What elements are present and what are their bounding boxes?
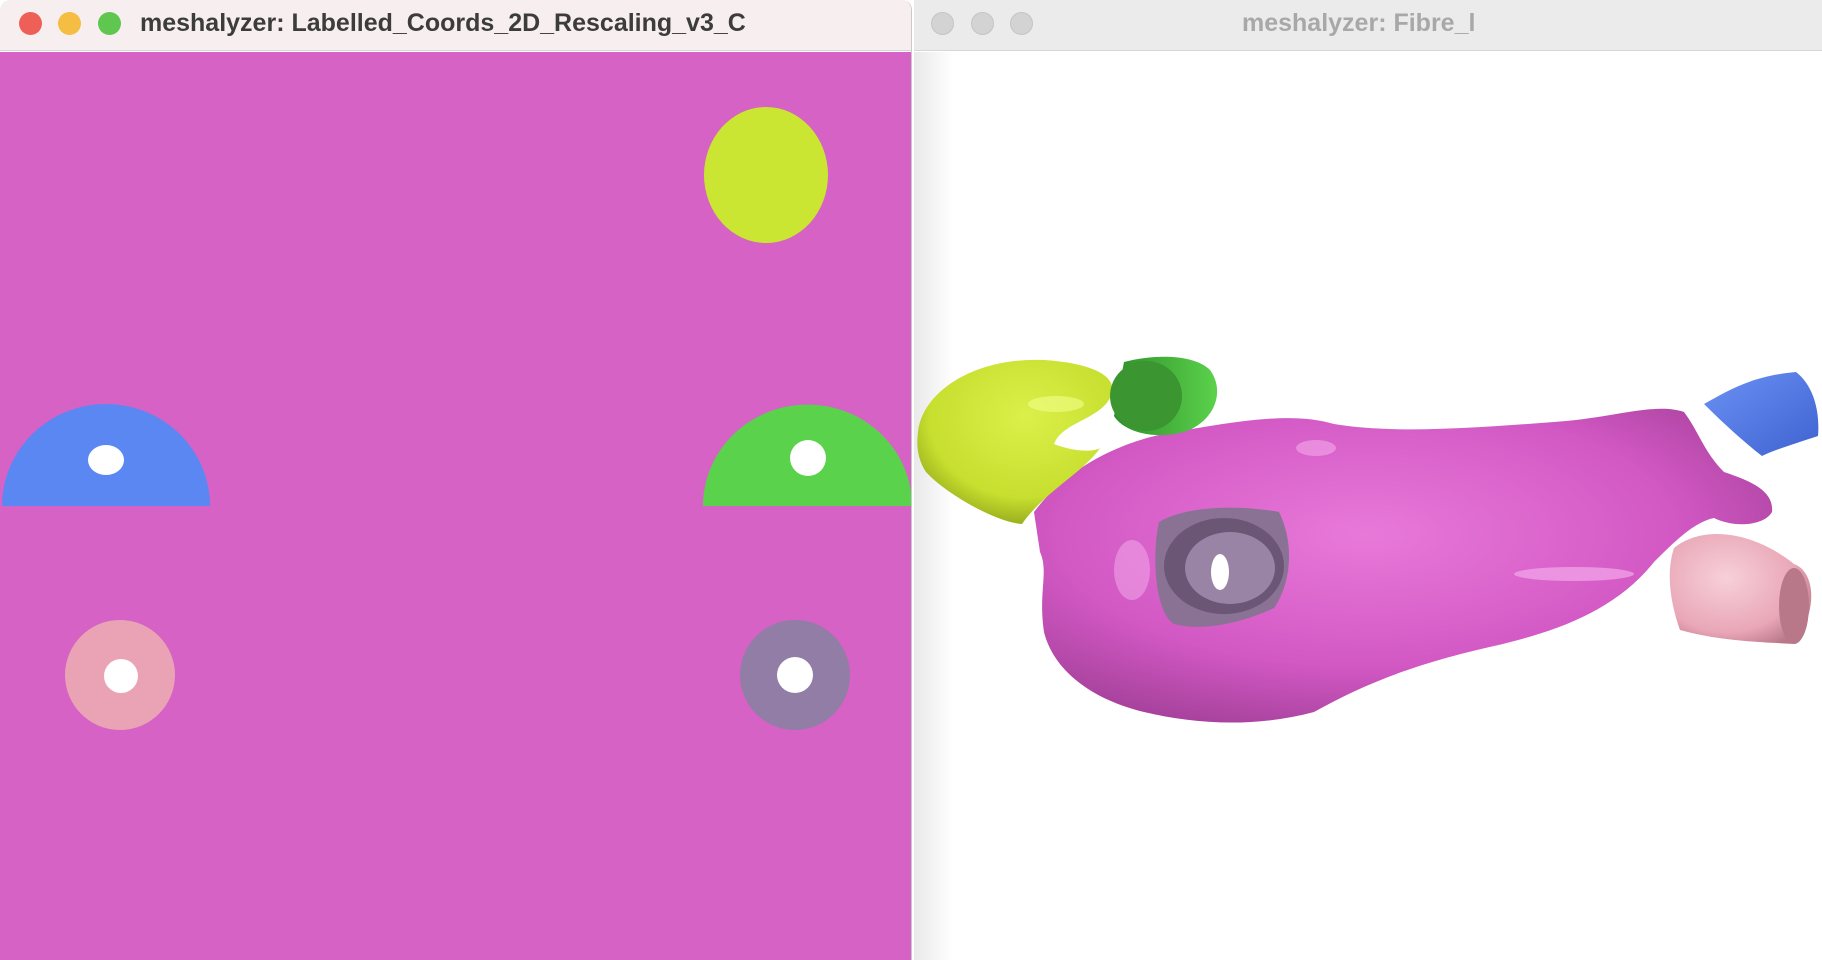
pink-disc-hole: [104, 659, 138, 693]
blue-region-hole: [88, 445, 124, 475]
mesh-3d-window[interactable]: meshalyzer: Fibre_l: [914, 0, 1822, 960]
grey-tube-hole: [1211, 554, 1229, 590]
flat-map-canvas[interactable]: [0, 52, 911, 960]
green-tube-opening: [1110, 361, 1182, 431]
grey-tube-inner: [1185, 532, 1275, 604]
mesh-3d-drawing: [917, 356, 1819, 723]
green-region-hole: [790, 440, 826, 476]
close-button[interactable]: [19, 12, 42, 35]
yellow-ellipse-region: [704, 107, 828, 243]
title-bar[interactable]: meshalyzer: Fibre_l: [914, 0, 1822, 51]
minimize-button[interactable]: [58, 12, 81, 35]
mesh-vessel-blue: [1704, 372, 1819, 456]
title-bar[interactable]: meshalyzer: Labelled_Coords_2D_Rescaling…: [0, 0, 911, 51]
grey-purple-disc-hole: [777, 657, 813, 693]
pink-vessel-opening: [1779, 568, 1809, 644]
minimize-button[interactable]: [971, 12, 994, 35]
zoom-button[interactable]: [1010, 12, 1033, 35]
mesh-3d-canvas[interactable]: [914, 52, 1822, 960]
body-specular: [1296, 440, 1336, 456]
close-button[interactable]: [931, 12, 954, 35]
body-specular: [1114, 540, 1150, 600]
yellow-specular: [1028, 396, 1084, 412]
zoom-button[interactable]: [98, 12, 121, 35]
flat-map-drawing: [2, 107, 911, 730]
window-title: meshalyzer: Fibre_l: [1242, 9, 1476, 37]
window-title: meshalyzer: Labelled_Coords_2D_Rescaling…: [140, 9, 746, 37]
body-specular: [1514, 567, 1634, 581]
flat-map-window[interactable]: meshalyzer: Labelled_Coords_2D_Rescaling…: [0, 0, 912, 960]
